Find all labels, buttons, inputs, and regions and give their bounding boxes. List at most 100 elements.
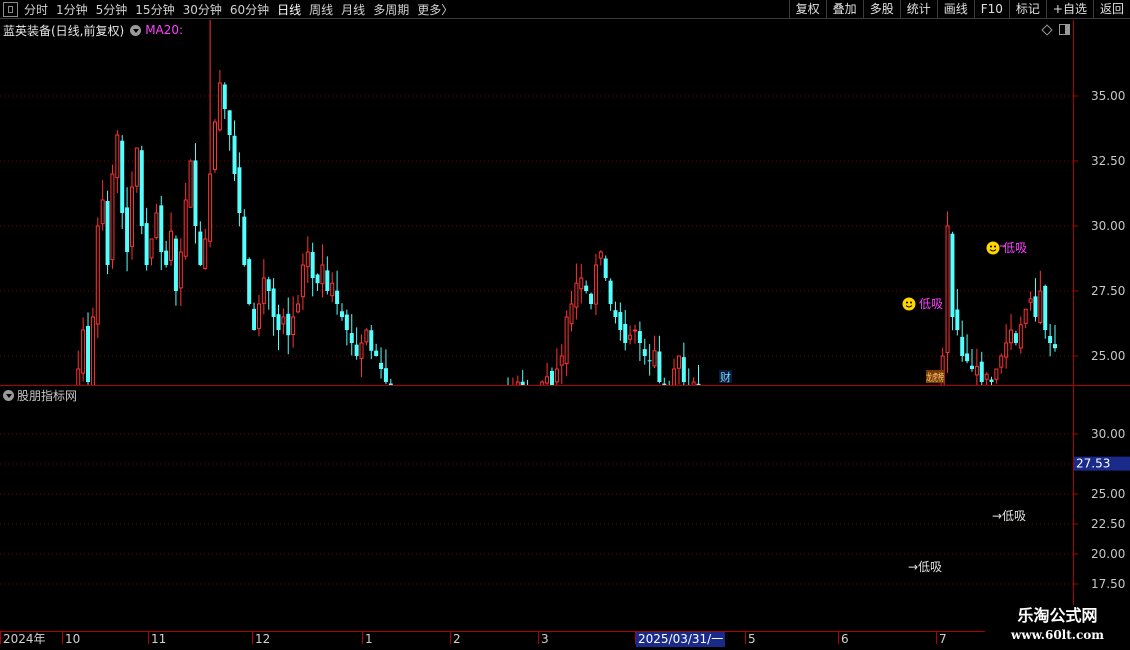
period-tab-daily[interactable]: 日线: [277, 1, 301, 18]
candle-body: [227, 110, 232, 135]
toolbar-actions: 复权 叠加 多股 统计 画线 F10 标记 +自选 返回: [788, 0, 1130, 19]
candle-body: [237, 167, 242, 213]
candle-body: [1009, 329, 1014, 344]
time-axis-label: 11: [148, 632, 166, 647]
period-tab-weekly[interactable]: 周线: [309, 1, 333, 18]
chart-header: 蓝英装备(日线,前复权) MA20:: [3, 22, 183, 38]
candle-body: [652, 350, 657, 367]
period-tab-1min[interactable]: 1分钟: [56, 1, 88, 18]
candle-body: [335, 290, 340, 304]
candlestick-chart[interactable]: 35.00 32.50 30.00 27.50 25.00 22.50 20.00 17.50…: [0, 0, 1130, 642]
candle-body: [545, 376, 550, 384]
candle-body: [134, 147, 139, 187]
candle-body: [950, 233, 955, 317]
more-label: 更多: [417, 3, 442, 17]
period-tab-15min[interactable]: 15分钟: [135, 1, 174, 18]
period-tab-fenshi[interactable]: 分时: [24, 1, 48, 18]
smiley-eye: [990, 245, 992, 248]
candle-body: [584, 285, 589, 291]
candle-body: [110, 173, 115, 261]
add-favorite-button[interactable]: +自选: [1045, 0, 1093, 19]
indicator-panel[interactable]: 30.0027.5025.0022.5020.0017.5027.53 →低吸→…: [0, 386, 1130, 631]
candle-body: [76, 368, 81, 465]
time-axis-label: 3: [538, 632, 549, 647]
period-tab-5min[interactable]: 5分钟: [96, 1, 128, 18]
candle-body: [623, 323, 628, 343]
chevron-right-icon: 〉: [441, 3, 454, 17]
candle-body: [188, 160, 193, 208]
diamond-icon[interactable]: [1041, 23, 1053, 36]
candle-body: [222, 84, 227, 109]
candle-body: [266, 279, 271, 291]
candle-body: [364, 329, 369, 343]
candle-body: [574, 282, 579, 308]
candle-body: [296, 303, 301, 313]
candle-body: [173, 238, 178, 291]
candle-body: [569, 303, 574, 325]
finance-tag: 财: [720, 370, 731, 384]
restore-rights-button[interactable]: 复权: [788, 0, 826, 19]
indicator-chart[interactable]: 30.0027.5025.0022.5020.0017.5027.53 →低吸→…: [0, 386, 1130, 631]
smiley-icon: [902, 297, 916, 311]
candle-body: [169, 230, 174, 261]
candle-body: [120, 140, 125, 213]
f10-button[interactable]: F10: [973, 0, 1009, 19]
period-tab-60min[interactable]: 60分钟: [230, 1, 269, 18]
back-button[interactable]: 返回: [1092, 0, 1130, 19]
period-tab-more[interactable]: 更多〉: [417, 1, 453, 18]
smiley-eye: [906, 301, 908, 304]
chevron-down-icon[interactable]: [3, 390, 14, 401]
candle-body: [549, 370, 554, 388]
signal-label: 低吸: [1003, 241, 1027, 255]
candlestick-panel[interactable]: 35.00 32.50 30.00 27.50 25.00 22.50 20.00 17.50…: [0, 0, 1130, 642]
candle-body: [379, 362, 384, 369]
candle-body: [676, 355, 681, 369]
candle-body: [1013, 333, 1018, 343]
draw-line-button[interactable]: 画线: [936, 0, 974, 19]
smiley-eye: [994, 245, 996, 248]
candle-body: [369, 330, 374, 351]
period-tab-monthly[interactable]: 月线: [341, 1, 365, 18]
candle-body: [315, 274, 320, 284]
candle-body: [1033, 296, 1038, 317]
candle-body: [1038, 290, 1043, 324]
smiley-face: [902, 297, 916, 311]
overlay-button[interactable]: 叠加: [825, 0, 863, 19]
candle-body: [256, 303, 261, 329]
period-tabs: 分时 1分钟 5分钟 15分钟 30分钟 60分钟 日线 周线 月线 多周期 更…: [0, 0, 461, 19]
statistics-button[interactable]: 统计: [899, 0, 937, 19]
candle-body: [974, 365, 979, 376]
candle-body: [613, 310, 618, 317]
candle-body: [647, 360, 652, 362]
candle-body: [984, 373, 989, 380]
indicator-header: 股朋指标网: [3, 387, 77, 404]
time-axis-label: 2024年: [0, 632, 46, 647]
candle-body: [144, 223, 149, 265]
candle-body: [217, 82, 222, 131]
candle-body: [86, 325, 91, 382]
stock-title: 蓝英装备(日线,前复权): [3, 23, 125, 38]
mark-button[interactable]: 标记: [1008, 0, 1046, 19]
period-tab-30min[interactable]: 30分钟: [183, 1, 222, 18]
candle-body: [291, 316, 296, 335]
candle-body: [330, 282, 335, 297]
period-tab-multi[interactable]: 多周期: [373, 1, 409, 18]
candle-body: [183, 199, 188, 257]
panel-layout-icon[interactable]: [1059, 24, 1070, 35]
time-axis-label: 10: [62, 632, 80, 647]
multi-stock-button[interactable]: 多股: [862, 0, 900, 19]
y-tick-label: 32.50: [1091, 154, 1125, 168]
chevron-down-icon[interactable]: [130, 24, 142, 36]
candle-body: [281, 316, 286, 325]
candle-body: [344, 314, 349, 330]
candle-body: [383, 368, 388, 382]
candle-body: [305, 251, 310, 268]
panel-toggle-icon[interactable]: [3, 2, 18, 17]
candle-body: [618, 312, 623, 330]
candle-body: [608, 280, 613, 304]
candle-body: [579, 277, 584, 290]
candle-body: [129, 186, 134, 247]
candle-body: [276, 314, 281, 330]
candle-body: [203, 238, 208, 269]
candle-body: [339, 311, 344, 317]
